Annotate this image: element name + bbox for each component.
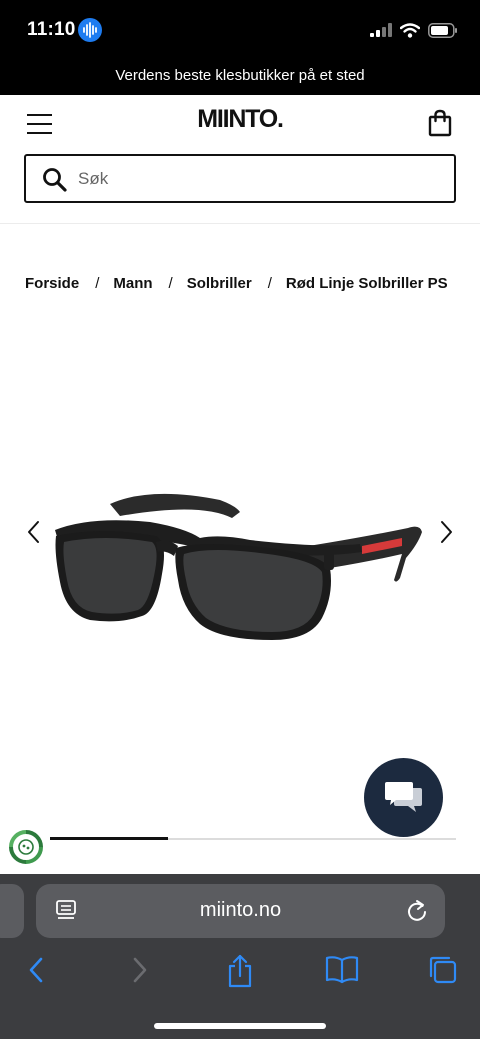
reload-icon[interactable]	[406, 899, 428, 928]
promo-banner: Verdens beste klesbutikker på et sted	[0, 58, 480, 95]
breadcrumb-forside[interactable]: Forside	[25, 275, 79, 292]
breadcrumb-separator: /	[168, 275, 173, 292]
previous-tab[interactable]	[0, 884, 24, 938]
sunglasses-product-image[interactable]	[50, 482, 430, 652]
share-icon[interactable]	[226, 954, 254, 993]
tabs-icon[interactable]	[427, 954, 459, 991]
breadcrumb: Forside / Mann / Solbriller / Rød Linje Solbri…	[25, 275, 480, 297]
eco-badge-icon[interactable]	[8, 829, 44, 870]
chevron-left-icon[interactable]	[24, 520, 44, 549]
forward-icon[interactable]	[130, 954, 150, 991]
back-icon[interactable]	[26, 954, 46, 991]
bookmarks-icon[interactable]	[325, 954, 359, 989]
gallery-progress-fill	[50, 837, 168, 840]
home-indicator	[154, 1023, 326, 1029]
gallery-progress-track	[50, 837, 456, 840]
status-bar: 11:10	[0, 0, 480, 58]
url-bar[interactable]: miinto.no	[36, 884, 445, 938]
status-time: 11:10	[27, 19, 76, 40]
chat-button[interactable]	[364, 758, 443, 837]
breadcrumb-mann[interactable]: Mann	[113, 275, 152, 292]
siri-icon	[78, 18, 102, 42]
wifi-icon	[400, 22, 420, 38]
chat-bubbles-icon	[384, 781, 422, 812]
breadcrumb-solbriller[interactable]: Solbriller	[187, 275, 252, 292]
miinto-logo[interactable]: MIINTO.	[0, 105, 480, 134]
shopping-bag-icon[interactable]	[428, 109, 452, 142]
site-header: MIINTO.	[0, 95, 480, 153]
header-divider	[0, 223, 480, 224]
chevron-right-icon[interactable]	[436, 520, 456, 549]
url-text[interactable]: miinto.no	[36, 899, 445, 922]
signal-icon	[370, 23, 392, 37]
search-icon	[42, 167, 68, 198]
battery-icon	[428, 22, 457, 38]
breadcrumb-current-product: Rød Linje Solbriller PS	[285, 275, 448, 292]
search-box[interactable]	[24, 154, 456, 203]
breadcrumb-separator: /	[267, 275, 272, 292]
browser-chrome: miinto.no	[0, 874, 480, 1039]
breadcrumb-separator: /	[95, 275, 100, 292]
browser-toolbar	[0, 954, 480, 998]
product-gallery	[0, 420, 480, 680]
search-input[interactable]	[78, 162, 438, 196]
status-icons	[370, 20, 458, 40]
